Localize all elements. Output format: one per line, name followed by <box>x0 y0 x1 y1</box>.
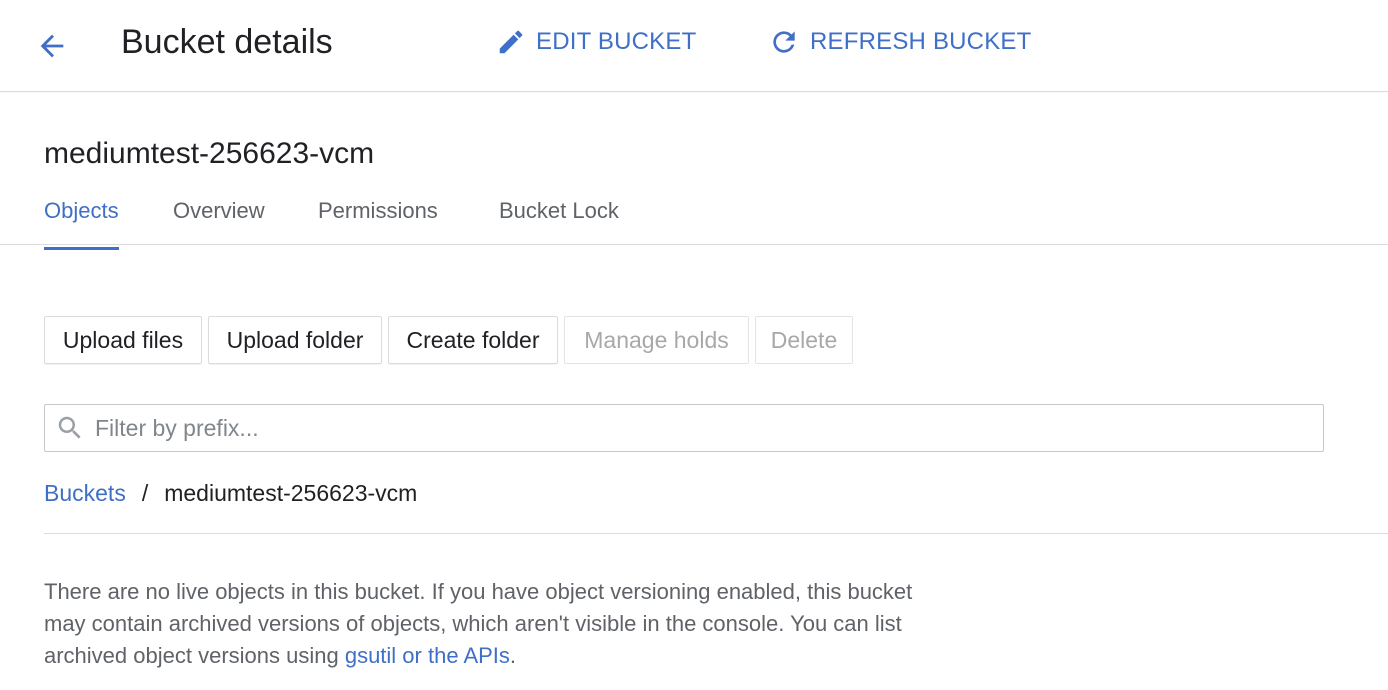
upload-files-button[interactable]: Upload files <box>44 316 202 364</box>
edit-bucket-label: EDIT BUCKET <box>536 28 697 55</box>
filter-input[interactable] <box>95 414 1295 442</box>
tab-objects[interactable]: Objects <box>44 196 119 250</box>
tab-permissions[interactable]: Permissions <box>318 196 438 238</box>
back-button[interactable] <box>32 26 72 66</box>
delete-button[interactable]: Delete <box>755 316 853 364</box>
manage-holds-button[interactable]: Manage holds <box>564 316 749 364</box>
empty-state-end: . <box>509 643 517 668</box>
tab-overview[interactable]: Overview <box>173 196 265 238</box>
bucket-name: mediumtest-256623-vcm <box>44 137 375 170</box>
empty-state-message: There are no live objects in this bucket… <box>44 576 924 672</box>
refresh-bucket-button[interactable]: REFRESH BUCKET <box>768 24 1032 60</box>
arrow-back-icon <box>40 34 64 58</box>
search-icon <box>55 413 85 443</box>
tab-bucket-lock[interactable]: Bucket Lock <box>499 196 619 238</box>
tab-bar: Objects Overview Permissions Bucket Lock <box>0 190 1388 250</box>
create-folder-button[interactable]: Create folder <box>388 316 558 364</box>
breadcrumb-current: mediumtest-256623-vcm <box>164 480 418 506</box>
breadcrumb: Buckets / mediumtest-256623-vcm <box>44 478 417 508</box>
divider <box>44 533 1388 534</box>
top-bar: Bucket details EDIT BUCKET REFRESH BUCKE… <box>0 0 1388 92</box>
refresh-bucket-label: REFRESH BUCKET <box>810 28 1032 55</box>
upload-folder-button[interactable]: Upload folder <box>208 316 382 364</box>
refresh-icon <box>768 26 800 58</box>
gsutil-apis-link[interactable]: gsutil or the APIs <box>345 643 510 668</box>
breadcrumb-buckets-link[interactable]: Buckets <box>44 478 126 508</box>
filter-field[interactable] <box>44 404 1324 452</box>
pencil-icon <box>496 27 526 57</box>
edit-bucket-button[interactable]: EDIT BUCKET <box>496 24 696 60</box>
page-title: Bucket details <box>121 23 333 61</box>
breadcrumb-separator: / <box>141 480 149 506</box>
